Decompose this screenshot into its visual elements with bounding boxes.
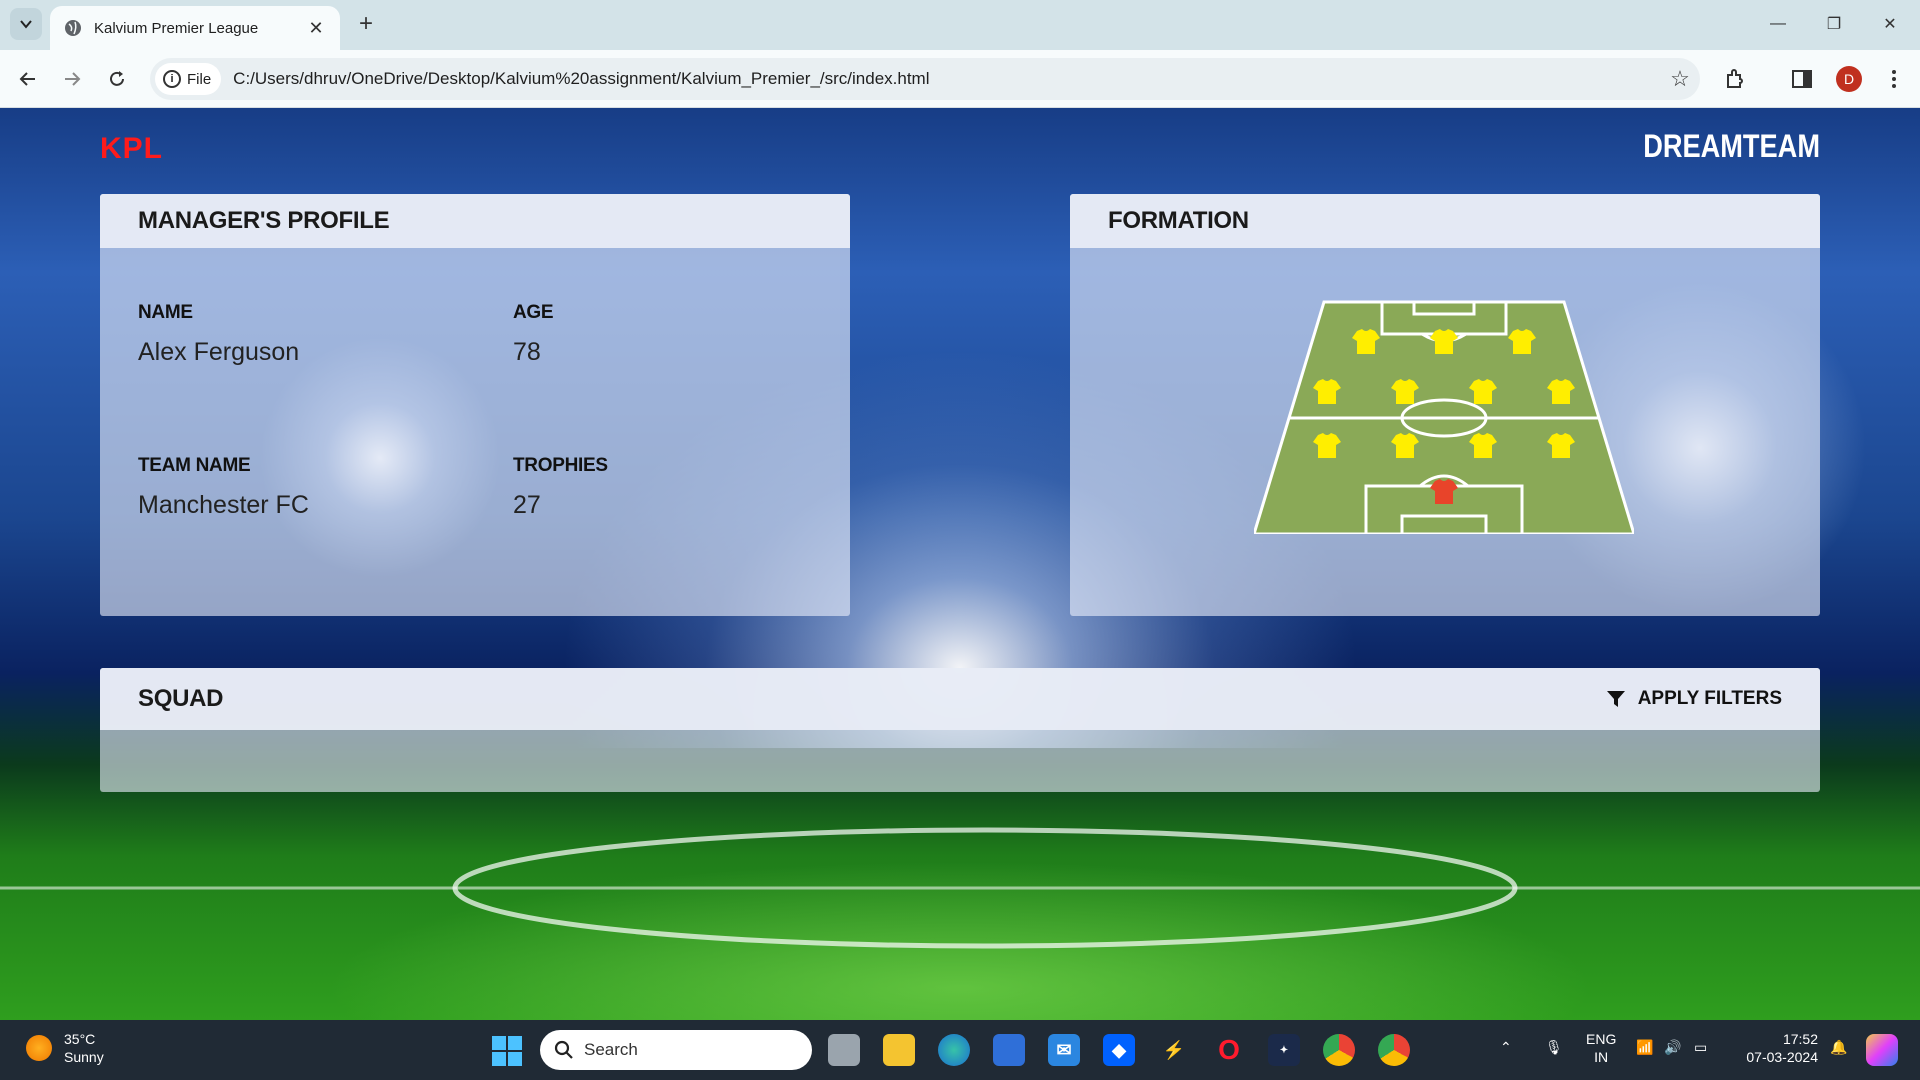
mail-icon[interactable]: ✉ <box>1048 1034 1080 1066</box>
time: 17:52 <box>1782 1031 1818 1047</box>
close-tab-icon[interactable]: ✕ <box>306 18 326 39</box>
panel-title: FORMATION <box>1108 207 1249 234</box>
manager-profile-header: MANAGER'S PROFILE <box>100 194 850 248</box>
team-name-field: TEAM NAME Manchester FC <box>138 455 309 520</box>
reload-icon <box>110 71 124 86</box>
squad-header: SQUAD APPLY FILTERS <box>100 668 1820 730</box>
new-tab-button[interactable]: + <box>352 10 380 38</box>
bookmark-star-icon[interactable]: ☆ <box>1660 66 1700 92</box>
date: 07-03-2024 <box>1746 1049 1818 1065</box>
formation-header: FORMATION <box>1070 194 1820 248</box>
chrome-active-icon[interactable] <box>1378 1034 1410 1066</box>
squad-list <box>100 730 1820 792</box>
puzzle-icon <box>1727 69 1743 88</box>
apply-filters-button[interactable]: APPLY FILTERS <box>1606 688 1782 710</box>
field-label: AGE <box>513 302 554 323</box>
site-chip-label: File <box>187 70 212 88</box>
close-window-button[interactable]: ✕ <box>1862 8 1918 40</box>
field-value: Alex Ferguson <box>138 338 300 366</box>
manager-name-field: NAME Alex Ferguson <box>138 302 299 367</box>
tab-search-button[interactable] <box>10 8 42 40</box>
microphone-icon[interactable]: 🎙 <box>1545 1038 1563 1056</box>
show-hidden-icons[interactable]: ⌃ <box>1500 1038 1512 1056</box>
volume-icon[interactable]: 🔊 <box>1664 1038 1681 1056</box>
chrome-profile-icon[interactable] <box>1323 1034 1355 1066</box>
manager-profile-panel: MANAGER'S PROFILE NAME Alex Ferguson AGE… <box>100 194 850 616</box>
language-indicator[interactable]: ENG IN <box>1586 1030 1616 1066</box>
arrow-left-icon <box>19 72 35 86</box>
browser-toolbar: i File C:/Users/dhruv/OneDrive/Desktop/K… <box>0 50 1920 108</box>
search-icon <box>554 1040 573 1059</box>
notification-bell-icon[interactable]: 🔔 <box>1830 1038 1847 1056</box>
side-panel-icon <box>1792 70 1812 88</box>
battery-icon[interactable]: ▭ <box>1694 1038 1707 1056</box>
url-text[interactable]: C:/Users/dhruv/OneDrive/Desktop/Kalvium%… <box>233 69 1660 89</box>
reload-button[interactable] <box>101 63 133 95</box>
chevron-down-icon <box>20 20 32 29</box>
tab-title: Kalvium Premier League <box>94 19 259 37</box>
field-label: NAME <box>138 302 193 323</box>
minimize-button[interactable]: — <box>1750 8 1806 40</box>
browser-tab-bar: Kalvium Premier League ✕ + — ❐ ✕ <box>0 0 1920 50</box>
edge-browser-icon[interactable] <box>938 1034 970 1066</box>
trophies-field: TROPHIES 27 <box>513 455 608 520</box>
field-label: TEAM NAME <box>138 455 251 476</box>
clock[interactable]: 17:52 07-03-2024 <box>1738 1030 1818 1066</box>
panel-title: SQUAD <box>138 685 224 712</box>
formation-pitch <box>1254 300 1634 534</box>
brand-logo[interactable]: KPL <box>100 132 163 166</box>
squad-panel: SQUAD APPLY FILTERS <box>100 668 1820 792</box>
task-view-icon[interactable] <box>828 1034 860 1066</box>
filter-icon <box>1606 691 1625 707</box>
info-icon: i <box>163 70 181 88</box>
site-info-chip[interactable]: i File <box>155 63 222 95</box>
field-value: 78 <box>513 338 541 366</box>
apply-filters-label: APPLY FILTERS <box>1637 688 1782 709</box>
wifi-icon[interactable]: 📶 <box>1636 1038 1653 1056</box>
side-panel-button[interactable] <box>1788 65 1816 93</box>
taskbar-search-box[interactable]: Search <box>540 1030 812 1070</box>
back-button[interactable] <box>12 63 44 95</box>
hotstar-icon[interactable]: ✦ <box>1268 1034 1300 1066</box>
language: ENG <box>1586 1031 1617 1047</box>
browser-tab[interactable]: Kalvium Premier League ✕ <box>50 6 340 50</box>
field-label: TROPHIES <box>513 455 608 476</box>
profile-avatar[interactable]: D <box>1836 66 1862 92</box>
opera-icon[interactable]: O <box>1213 1034 1245 1066</box>
sun-icon <box>26 1035 52 1061</box>
microsoft-store-icon[interactable] <box>993 1034 1025 1066</box>
weather-widget[interactable]: 35°C Sunny <box>26 1030 104 1066</box>
more-vertical-icon <box>1892 70 1896 88</box>
formation-panel: FORMATION <box>1070 194 1820 616</box>
page-content: KPL DREAMTEAM MANAGER'S PROFILE NAME Ale… <box>0 108 1920 1020</box>
panel-title: MANAGER'S PROFILE <box>138 207 390 234</box>
dropbox-icon[interactable]: ◆ <box>1103 1034 1135 1066</box>
arrow-right-icon <box>65 72 81 86</box>
windows-start-icon[interactable] <box>492 1036 522 1066</box>
file-explorer-icon[interactable] <box>883 1034 915 1066</box>
manager-age-field: AGE 78 <box>513 302 554 367</box>
forward-button[interactable] <box>56 63 88 95</box>
extensions-button[interactable] <box>1722 65 1750 93</box>
copilot-icon[interactable] <box>1866 1034 1898 1066</box>
address-bar[interactable]: i File C:/Users/dhruv/OneDrive/Desktop/K… <box>150 58 1700 100</box>
restore-button[interactable]: ❐ <box>1806 8 1862 40</box>
lightning-app-icon[interactable]: ⚡ <box>1158 1034 1190 1066</box>
field-value: Manchester FC <box>138 491 309 519</box>
temperature: 35°C <box>64 1031 96 1047</box>
weather-condition: Sunny <box>64 1049 104 1065</box>
dreamteam-title: DREAMTEAM <box>1643 128 1820 164</box>
field-value: 27 <box>513 491 541 519</box>
windows-taskbar: 35°C Sunny Search ✉ ◆ ⚡ O ✦ ⌃ 🎙 ENG IN 📶… <box>0 1020 1920 1080</box>
region: IN <box>1594 1049 1609 1065</box>
search-placeholder: Search <box>584 1040 638 1059</box>
globe-icon <box>65 20 81 36</box>
browser-menu-button[interactable] <box>1880 65 1908 93</box>
